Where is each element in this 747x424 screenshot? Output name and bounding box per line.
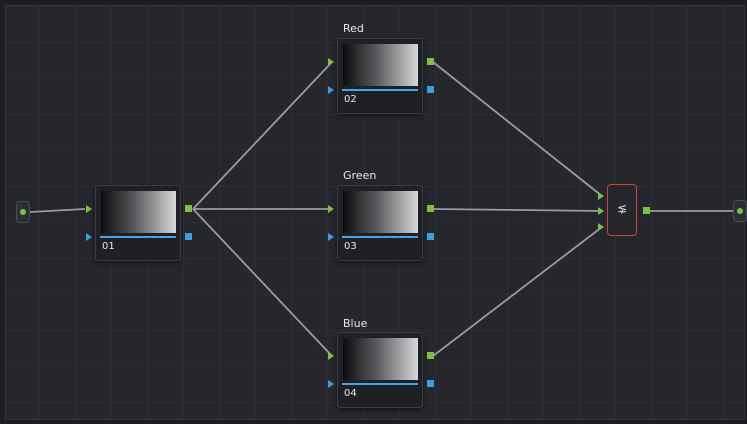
node-01-key-line xyxy=(100,236,176,238)
output-input-port[interactable] xyxy=(737,208,743,214)
node-03[interactable]: 03 xyxy=(337,185,423,261)
node-03-label: 03 xyxy=(344,241,357,252)
mixer-input-2[interactable] xyxy=(598,207,604,215)
mixer-input-3[interactable] xyxy=(598,223,604,231)
source-input-node[interactable] xyxy=(16,201,30,223)
mixer-output[interactable] xyxy=(643,207,650,214)
node-01-label: 01 xyxy=(102,241,115,252)
node-04-thumbnail xyxy=(343,338,418,380)
node-04-key-output[interactable] xyxy=(427,380,434,387)
node-03-key-output[interactable] xyxy=(427,233,434,240)
node-04-rgb-input[interactable] xyxy=(328,352,334,360)
source-output-port[interactable] xyxy=(20,209,26,215)
output-node[interactable] xyxy=(733,200,747,222)
node-02-key-line xyxy=(342,89,418,91)
node-01[interactable]: 01 xyxy=(95,185,181,261)
node-01-rgb-input[interactable] xyxy=(86,205,92,213)
node-01-thumbnail xyxy=(101,191,176,233)
node-04[interactable]: 04 xyxy=(337,332,423,408)
node-02-key-output[interactable] xyxy=(427,86,434,93)
node-03-key-input[interactable] xyxy=(328,233,334,241)
node-03-title: Green xyxy=(343,169,377,182)
node-01-key-output[interactable] xyxy=(185,233,192,240)
node-03-thumbnail xyxy=(343,191,418,233)
node-02-key-input[interactable] xyxy=(328,86,334,94)
node-01-rgb-output[interactable] xyxy=(185,205,192,212)
node-04-key-line xyxy=(342,383,418,385)
node-04-key-input[interactable] xyxy=(328,380,334,388)
mixer-input-1[interactable] xyxy=(598,192,604,200)
node-02-title: Red xyxy=(343,22,364,35)
node-01-key-input[interactable] xyxy=(86,233,92,241)
node-02-thumbnail xyxy=(343,44,418,86)
node-03-rgb-input[interactable] xyxy=(328,205,334,213)
layer-mixer-icon: ⋦ xyxy=(616,201,628,215)
node-03-rgb-output[interactable] xyxy=(427,205,434,212)
node-02-rgb-input[interactable] xyxy=(328,58,334,66)
node-02-label: 02 xyxy=(344,94,357,105)
node-02-rgb-output[interactable] xyxy=(427,58,434,65)
node-04-label: 04 xyxy=(344,388,357,399)
node-04-title: Blue xyxy=(343,317,368,330)
layer-mixer-node[interactable]: ⋦ xyxy=(607,184,637,236)
node-03-key-line xyxy=(342,236,418,238)
node-02[interactable]: 02 xyxy=(337,38,423,114)
node-04-rgb-output[interactable] xyxy=(427,352,434,359)
